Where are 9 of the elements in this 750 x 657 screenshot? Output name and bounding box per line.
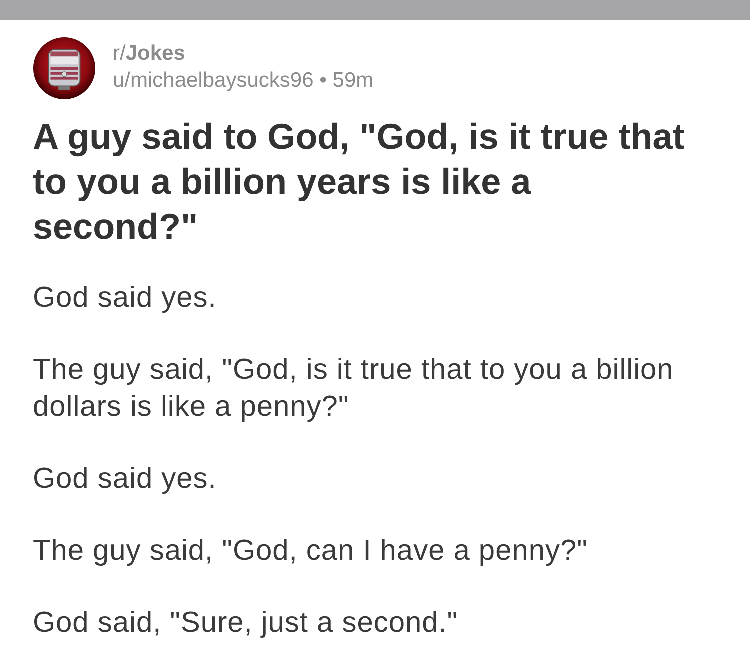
subreddit-name[interactable]: r/Jokes	[113, 40, 374, 66]
body-paragraph: God said, "Sure, just a second."	[33, 606, 460, 641]
body-paragraph: God said yes.	[33, 462, 218, 497]
post-byline: u/michaelbaysucks96 • 59m	[113, 68, 374, 92]
microphone-avatar-icon	[33, 37, 96, 100]
post-title: A guy said to God, "God, is it true that to you a billion years is like a second?"	[33, 115, 686, 249]
body-paragraph: The guy said, "God, is it true that to you a billion dollars is like a penny?"	[33, 353, 675, 425]
body-paragraph: The guy said, "God, can I have a penny?"	[33, 534, 589, 569]
body-paragraph: God said yes.	[33, 281, 218, 316]
